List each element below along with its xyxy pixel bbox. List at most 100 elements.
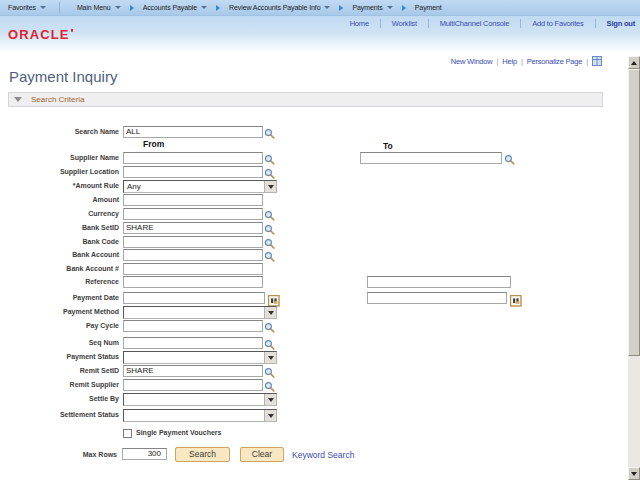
pay-cycle-lookup-icon[interactable] [264,320,277,333]
header-link-add-to-favorites[interactable]: Add to Favorites [532,19,583,28]
vertical-scrollbar[interactable] [628,56,640,480]
personalize-layout-icon[interactable] [592,56,602,68]
pagebar-link-new-window[interactable]: New Window [451,57,493,66]
pagebar-separator: | [497,57,499,66]
breadcrumb-item-label: Payments [352,4,382,11]
breadcrumb-item-3[interactable]: Payment [415,4,442,11]
supplier-name-to-input[interactable] [360,152,502,164]
breadcrumb-item-1[interactable]: Review Accounts Payable Info [229,4,330,11]
scrollbar-up-arrow[interactable] [628,56,640,69]
pagebar-link-personalize-page[interactable]: Personalize Page [527,57,583,66]
dropdown-arrow-icon[interactable] [264,410,276,421]
form-row-seq-num: Seq Num [0,337,640,351]
supplier-name-label: Supplier Name [0,152,119,164]
supplier-location-input[interactable] [123,166,263,178]
search-name-input[interactable]: ALL [123,126,263,138]
pagebar-separator: | [521,57,523,66]
seq-num-lookup-icon[interactable] [264,337,277,350]
breadcrumb-separator-icon [339,5,343,11]
supplier-location-label: Supplier Location [0,166,119,178]
seq-num-input[interactable] [123,337,263,349]
bank-account-input[interactable] [123,249,263,261]
payment-date-calendar-icon[interactable] [268,293,281,306]
form-row-payment-method: Payment Method [0,306,640,320]
breadcrumb-dropdown-icon [324,6,330,9]
header-link-worklist[interactable]: Worklist [392,19,417,28]
sign-out-link[interactable]: Sign out [607,19,635,28]
max-rows-label: Max Rows [0,451,117,458]
payment-method-select[interactable] [123,306,277,319]
bank-account-lookup-icon[interactable] [264,249,277,262]
bank-account-num-label: Bank Account # [0,263,119,275]
payment-inquiry-page: Favorites Main Menu Accounts Payable Review… [0,0,640,480]
remit-setid-input[interactable]: SHARE [123,365,263,377]
remit-supplier-input[interactable] [123,379,263,391]
payment-date-to-calendar-icon[interactable] [510,293,523,306]
pay-cycle-input[interactable] [123,320,263,332]
currency-input[interactable] [123,208,263,220]
bank-code-label: Bank Code [0,236,119,248]
oracle-logo: ORACLE [8,29,73,41]
supplier-name-lookup-icon[interactable] [264,152,277,165]
seq-num-label: Seq Num [0,337,119,349]
form-row-remit-supplier: Remit Supplier [0,379,640,393]
bank-setid-lookup-icon[interactable] [264,222,277,235]
breadcrumb: Favorites Main Menu Accounts Payable Review… [0,0,640,16]
bank-setid-input[interactable]: SHARE [123,222,263,234]
payment-date-input[interactable] [123,292,265,304]
currency-label: Currency [0,208,119,220]
scrollbar-thumb[interactable] [628,69,640,356]
form-row-bank-account-num: Bank Account # [0,263,640,277]
settlement-status-select[interactable] [123,409,277,422]
supplier-location-lookup-icon[interactable] [264,166,277,179]
dropdown-arrow-icon[interactable] [264,307,276,318]
search-button[interactable]: Search [175,447,230,462]
main-menu[interactable]: Main Menu [77,4,121,11]
to-column-header: To [383,141,393,151]
amount-rule-select[interactable]: Any [123,180,277,193]
form-row-search-name: Search NameALL [0,126,640,140]
reference-to-input[interactable] [367,276,511,288]
amount-rule-value: Any [127,182,141,192]
supplier-name-to-lookup-icon[interactable] [504,152,517,165]
breadcrumb-item-0[interactable]: Accounts Payable [143,4,207,11]
payment-date-to-input[interactable] [367,292,507,304]
bank-code-lookup-icon[interactable] [264,236,277,249]
amount-input[interactable] [123,194,263,206]
breadcrumb-item-2[interactable]: Payments [352,4,392,11]
remit-supplier-lookup-icon[interactable] [264,379,277,392]
header-banner: ORACLE Home Worklist MultiChannel Console A… [0,16,640,53]
search-name-lookup-icon[interactable] [264,126,277,139]
reference-input[interactable] [123,276,263,288]
collapse-triangle-icon[interactable] [14,97,22,102]
bank-code-input[interactable] [123,236,263,248]
currency-lookup-icon[interactable] [264,208,277,221]
header-link-divider [380,19,381,28]
page-title: Payment Inquiry [9,68,117,85]
form-row-supplier-name: Supplier Name [0,152,640,166]
breadcrumb-divider [59,2,60,13]
search-criteria-label: Search Criteria [31,95,84,104]
single-payment-vouchers-label: Single Payment Vouchers [136,429,221,436]
search-criteria-section-header[interactable]: Search Criteria [8,92,603,107]
scrollbar-down-arrow[interactable] [628,467,640,480]
dropdown-arrow-icon[interactable] [264,394,276,405]
settle-by-select[interactable] [123,393,277,406]
dropdown-arrow-icon[interactable] [264,181,276,192]
pagebar-link-help[interactable]: Help [502,57,517,66]
favorites-dropdown-icon [40,6,46,9]
keyword-search-link[interactable]: Keyword Search [292,450,354,460]
payment-status-select[interactable] [123,351,277,364]
header-link-home[interactable]: Home [350,19,369,28]
single-payment-vouchers-checkbox[interactable] [123,429,132,438]
max-rows-input[interactable]: 300 [122,448,167,460]
form-row-bank-code: Bank Code [0,236,640,250]
favorites-menu[interactable]: Favorites [8,4,46,11]
header-link-multichannel-console[interactable]: MultiChannel Console [440,19,509,28]
remit-setid-lookup-icon[interactable] [264,365,277,378]
dropdown-arrow-icon[interactable] [264,352,276,363]
clear-button[interactable]: Clear [240,447,284,462]
supplier-name-input[interactable] [123,152,263,164]
bank-account-num-input[interactable] [123,263,263,275]
payment-date-label: Payment Date [0,292,119,304]
